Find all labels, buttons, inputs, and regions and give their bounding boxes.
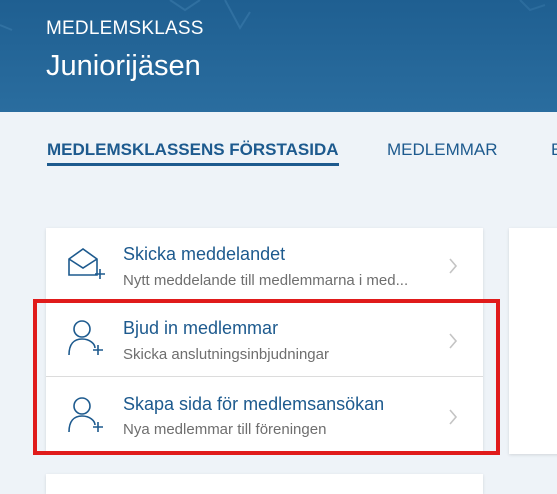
page-title: Juniorijäsen (46, 50, 201, 82)
invite-members-row[interactable]: Bjud in medlemmar Skicka anslutningsinbj… (46, 301, 483, 375)
tab-members[interactable]: MEDLEMMAR (387, 140, 498, 160)
chevron-right-icon (449, 258, 458, 274)
person-plus-icon (68, 320, 103, 356)
next-card (46, 474, 483, 494)
invite-members-sub: Skicka anslutningsinbjudningar (123, 346, 329, 363)
header-banner: MEDLEMSKLASS Juniorijäsen (0, 0, 557, 112)
chevron-right-icon (449, 333, 458, 349)
create-application-page-label: Skapa sida för medlemsansökan (123, 394, 385, 414)
create-application-page-row[interactable]: Skapa sida för medlemsansökan Nya medlem… (46, 377, 483, 451)
side-card (509, 228, 557, 454)
invite-members-label: Bjud in medlemmar (123, 318, 279, 338)
tab-truncated[interactable]: E (551, 140, 557, 160)
send-message-sub: Nytt meddelande till medlemmarna i med..… (123, 272, 409, 289)
send-message-label: Skicka meddelandet (123, 244, 286, 264)
envelope-plus-icon (68, 248, 105, 279)
person-plus-icon (68, 397, 103, 433)
actions-card: Skicka meddelandet Nytt meddelande till … (46, 228, 483, 451)
send-message-row[interactable]: Skicka meddelandet Nytt meddelande till … (46, 228, 483, 300)
tab-member-class-home[interactable]: MEDLEMSKLASSENS FÖRSTASIDA (47, 140, 339, 166)
tab-bar: MEDLEMSKLASSENS FÖRSTASIDA MEDLEMMAR E (0, 140, 557, 170)
create-application-page-sub: Nya medlemmar till föreningen (123, 421, 327, 438)
chevron-right-icon (449, 409, 458, 425)
member-class-eyebrow: MEDLEMSKLASS (46, 18, 204, 39)
